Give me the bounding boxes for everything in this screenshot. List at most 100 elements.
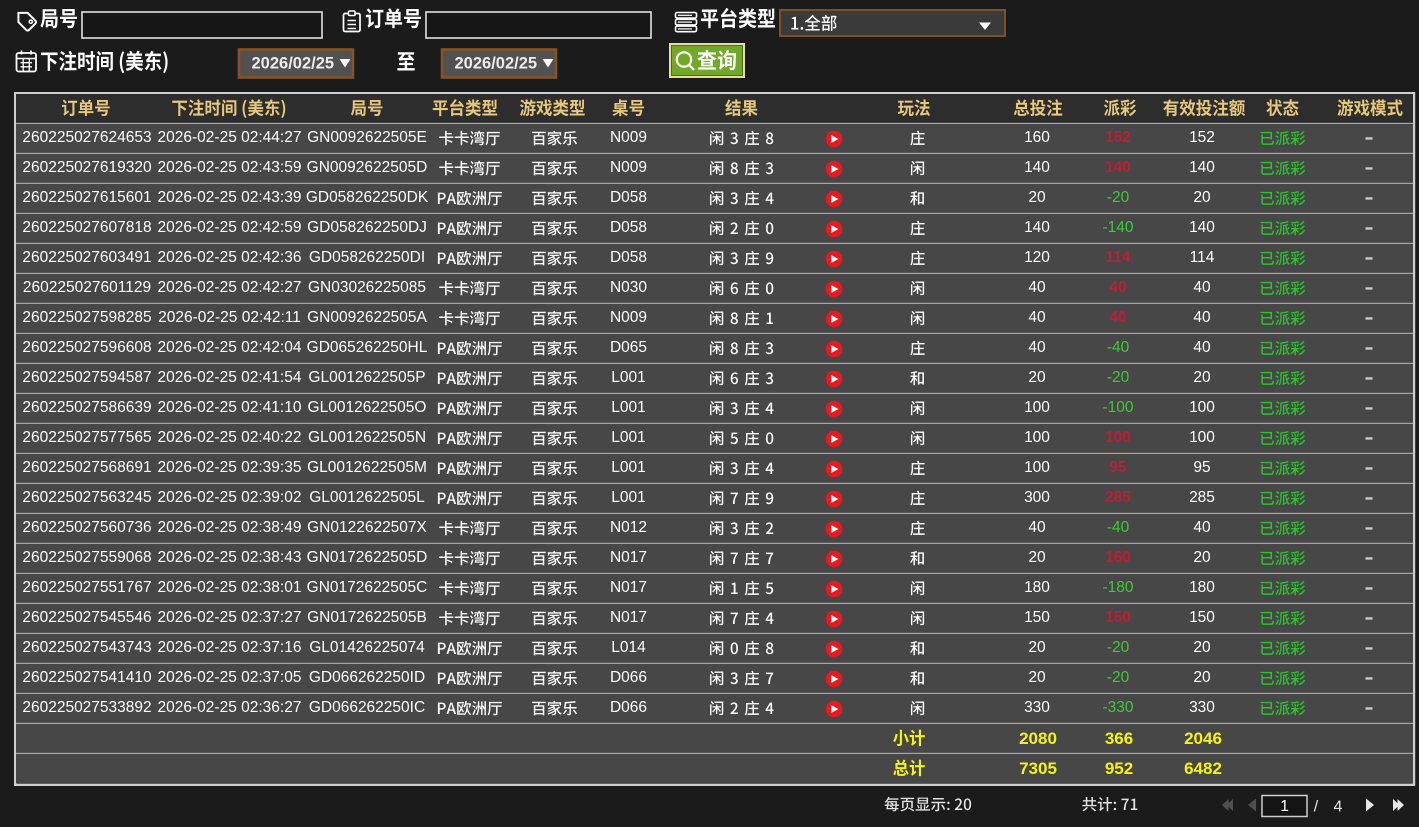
svg-text:2026-02-25 02:43:39: 2026-02-25 02:43:39 [158, 189, 302, 206]
svg-text:GN03026225085: GN03026225085 [308, 279, 426, 296]
svg-text:300: 300 [1024, 489, 1050, 506]
svg-text:-40: -40 [1107, 339, 1130, 356]
svg-text:260225027563245: 260225027563245 [22, 489, 151, 506]
svg-text:260225027624653: 260225027624653 [22, 129, 151, 146]
svg-text:95: 95 [1193, 459, 1210, 476]
svg-text:20: 20 [1193, 639, 1211, 656]
svg-text:330: 330 [1024, 699, 1050, 716]
svg-text:260225027596608: 260225027596608 [22, 339, 151, 356]
svg-text:GN0172622505D: GN0172622505D [307, 549, 428, 566]
svg-text:GD058262250DK: GD058262250DK [306, 189, 429, 206]
svg-text:20: 20 [1193, 189, 1211, 206]
svg-text:2026-02-25 02:38:43: 2026-02-25 02:38:43 [158, 549, 302, 566]
svg-text:150: 150 [1024, 609, 1050, 626]
svg-text:20: 20 [1193, 369, 1211, 386]
svg-text:2026-02-25 02:42:27: 2026-02-25 02:42:27 [158, 279, 302, 296]
svg-text:20: 20 [1028, 639, 1046, 656]
svg-text:2026-02-25 02:41:10: 2026-02-25 02:41:10 [158, 399, 302, 416]
svg-text:L014: L014 [611, 639, 646, 656]
svg-text:140: 140 [1189, 159, 1215, 176]
svg-text:260225027533892: 260225027533892 [22, 699, 151, 716]
svg-text:260225027586639: 260225027586639 [22, 399, 151, 416]
svg-text:260225027598285: 260225027598285 [22, 309, 151, 326]
svg-text:-100: -100 [1102, 399, 1133, 416]
svg-text:2026-02-25 02:37:27: 2026-02-25 02:37:27 [158, 609, 302, 626]
svg-text:150: 150 [1189, 609, 1215, 626]
svg-text:7305: 7305 [1019, 759, 1057, 778]
svg-text:2026-02-25 02:42:11: 2026-02-25 02:42:11 [158, 309, 301, 326]
svg-text:260225027615601: 260225027615601 [22, 189, 151, 206]
svg-text:2026-02-25 02:42:04: 2026-02-25 02:42:04 [158, 339, 302, 356]
svg-text:N009: N009 [610, 309, 647, 326]
svg-text:GN0092622505D: GN0092622505D [307, 159, 428, 176]
svg-text:D058: D058 [610, 219, 647, 236]
svg-text:260225027559068: 260225027559068 [22, 549, 151, 566]
svg-text:2026-02-25 02:42:36: 2026-02-25 02:42:36 [158, 249, 302, 266]
svg-text:20: 20 [1028, 189, 1046, 206]
svg-text:952: 952 [1105, 759, 1133, 778]
svg-text:260225027541410: 260225027541410 [22, 669, 152, 686]
svg-text:GN0172622505C: GN0172622505C [307, 579, 428, 596]
svg-text:GD058262250DJ: GD058262250DJ [307, 219, 427, 236]
svg-text:-40: -40 [1107, 519, 1130, 536]
svg-text:120: 120 [1024, 249, 1050, 266]
svg-text:260225027545546: 260225027545546 [22, 609, 151, 626]
svg-text:/: / [1314, 799, 1319, 816]
svg-text:L001: L001 [611, 399, 645, 416]
svg-text:1: 1 [1280, 798, 1289, 815]
svg-text:L001: L001 [611, 429, 645, 446]
svg-text:-20: -20 [1107, 639, 1130, 656]
svg-text:L001: L001 [611, 489, 645, 506]
svg-text:6482: 6482 [1184, 759, 1222, 778]
svg-text:2026-02-25 02:43:59: 2026-02-25 02:43:59 [158, 159, 302, 176]
svg-text:100: 100 [1024, 459, 1050, 476]
svg-text:GN0092622505A: GN0092622505A [307, 309, 427, 326]
svg-text:GN0122622507X: GN0122622507X [307, 519, 427, 536]
svg-text:2046: 2046 [1184, 729, 1222, 748]
svg-text:2026-02-25 02:37:16: 2026-02-25 02:37:16 [158, 639, 302, 656]
svg-text:L001: L001 [611, 459, 645, 476]
svg-text:152: 152 [1189, 129, 1215, 146]
svg-text:20: 20 [1028, 549, 1046, 566]
svg-text:40: 40 [1193, 279, 1211, 296]
svg-text:180: 180 [1189, 579, 1215, 596]
svg-text:N030: N030 [610, 279, 647, 296]
svg-text:GD065262250HL: GD065262250HL [307, 339, 428, 356]
svg-text:GN0092622505E: GN0092622505E [307, 129, 427, 146]
svg-text:152: 152 [1105, 129, 1131, 146]
svg-text:40: 40 [1028, 279, 1046, 296]
svg-text:GL0012622505L: GL0012622505L [309, 489, 425, 506]
svg-text:-180: -180 [1102, 579, 1133, 596]
svg-text:260225027601129: 260225027601129 [23, 279, 151, 296]
svg-text:2026-02-25 02:39:02: 2026-02-25 02:39:02 [158, 489, 302, 506]
svg-text:-140: -140 [1102, 219, 1133, 236]
svg-text:N009: N009 [610, 129, 647, 146]
svg-text:140: 140 [1105, 159, 1131, 176]
svg-text:40: 40 [1109, 309, 1126, 326]
svg-text:114: 114 [1105, 249, 1130, 266]
svg-text:20: 20 [1193, 669, 1211, 686]
svg-text:L001: L001 [611, 369, 645, 386]
svg-text:260225027560736: 260225027560736 [22, 519, 151, 536]
svg-text:40: 40 [1109, 279, 1126, 296]
svg-text:GD066262250IC: GD066262250IC [309, 699, 425, 716]
svg-text:260225027603491: 260225027603491 [22, 249, 151, 266]
svg-text:GL01426225074: GL01426225074 [309, 639, 425, 656]
svg-text:100: 100 [1105, 429, 1131, 446]
svg-text:260225027568691: 260225027568691 [22, 459, 151, 476]
svg-text:2026/02/25: 2026/02/25 [455, 55, 538, 73]
svg-text:GL0012622505N: GL0012622505N [308, 429, 426, 446]
svg-text:GD066262250ID: GD066262250ID [309, 669, 425, 686]
svg-text:260225027607818: 260225027607818 [22, 219, 151, 236]
svg-text:40: 40 [1193, 309, 1211, 326]
svg-text:-330: -330 [1102, 699, 1133, 716]
svg-text:180: 180 [1024, 579, 1050, 596]
svg-text:40: 40 [1193, 519, 1211, 536]
svg-text:330: 330 [1189, 699, 1215, 716]
svg-text:95: 95 [1109, 459, 1127, 476]
svg-text:160: 160 [1105, 549, 1131, 566]
svg-text:260225027543743: 260225027543743 [22, 639, 151, 656]
svg-text:260225027577565: 260225027577565 [22, 429, 151, 446]
svg-text:40: 40 [1028, 339, 1046, 356]
svg-text:GL0012622505P: GL0012622505P [308, 369, 425, 386]
